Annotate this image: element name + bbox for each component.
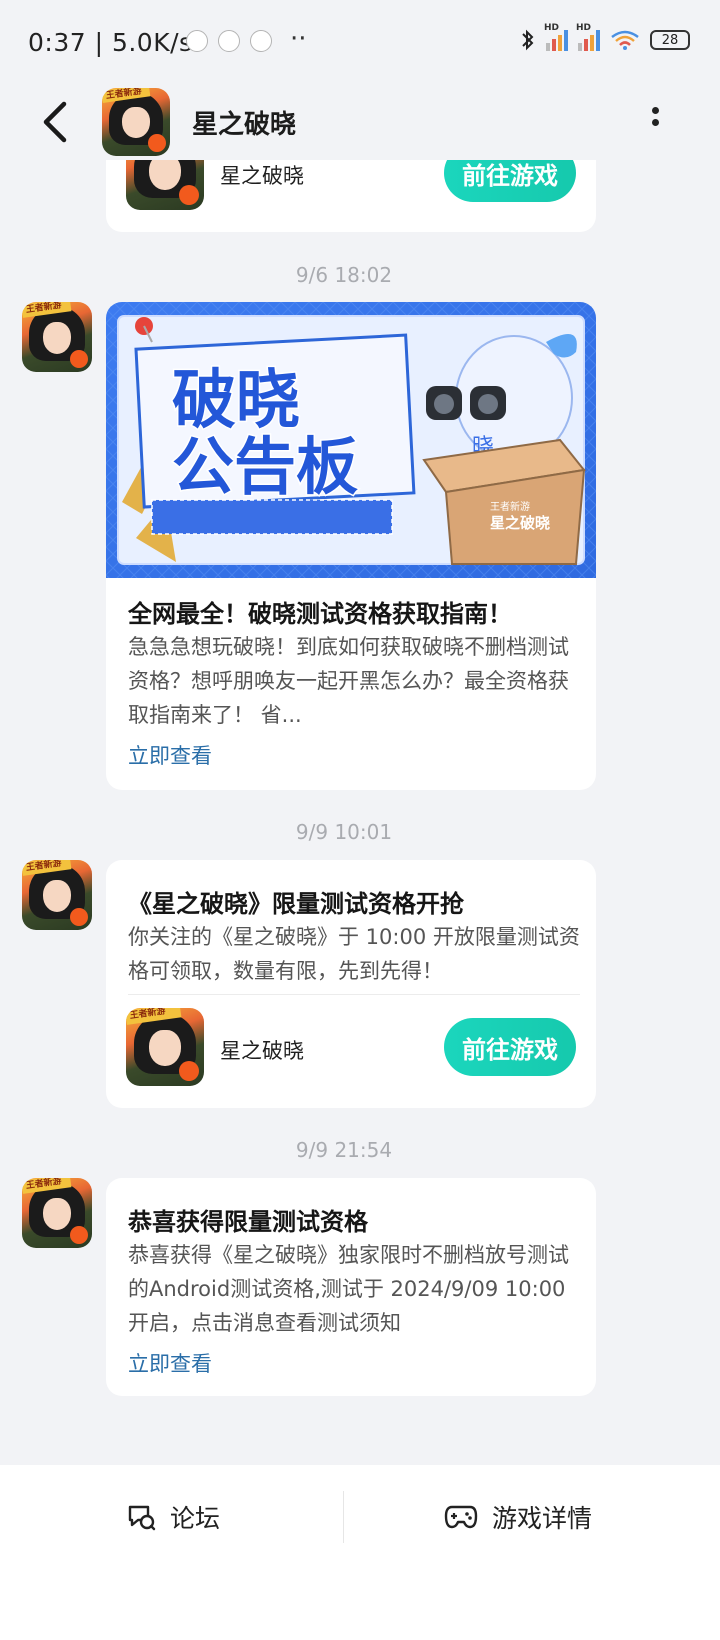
message-card[interactable]: 恭喜获得限量测试资格 恭喜获得《星之破晓》独家限时不删档放号测试的Android…	[106, 1178, 596, 1396]
signal-icon: HD	[576, 23, 600, 51]
game-detail-button[interactable]: 游戏详情	[444, 1499, 592, 1535]
sender-avatar[interactable]: 王者新游	[22, 860, 92, 930]
banner-title-line2: 公告板	[172, 430, 358, 503]
box-label-small: 王者新游	[490, 500, 530, 513]
go-to-game-button[interactable]: 前往游戏	[444, 1018, 576, 1076]
box-label-big: 星之破晓	[490, 514, 550, 532]
forum-button[interactable]: 论坛	[126, 1499, 220, 1535]
top-app-bar: 王者新游 星之破晓	[0, 88, 720, 168]
game-name: 星之破晓	[220, 1039, 304, 1063]
sender-avatar[interactable]: 王者新游	[22, 1178, 92, 1248]
notification-icon	[250, 30, 272, 52]
battery-icon: 28	[650, 30, 690, 50]
divider	[128, 994, 580, 995]
forum-icon	[128, 1505, 156, 1531]
announcement-banner-image: 破晓 公告板 晓 王者新游 星之破晓	[106, 302, 596, 578]
view-now-link[interactable]: 立即查看	[128, 740, 212, 770]
view-now-link[interactable]: 立即查看	[128, 1348, 212, 1378]
message-body: 急急急想玩破晓！到底如何获取破晓不删档测试资格？想呼朋唤友一起开黑怎么办？最全资…	[128, 635, 569, 727]
back-button[interactable]	[36, 96, 76, 148]
forum-label: 论坛	[170, 1504, 221, 1533]
more-options-button[interactable]	[650, 102, 660, 138]
message-card[interactable]: 《星之破晓》限量测试资格开抢 你关注的《星之破晓》于 10:00 开放限量测试资…	[106, 860, 596, 1108]
wifi-icon	[611, 30, 639, 50]
bottom-bar: 论坛 游戏详情	[0, 1465, 720, 1640]
gamepad-icon	[444, 1505, 478, 1529]
message-timestamp: 9/6 18:02	[295, 263, 393, 287]
more-dot	[651, 119, 659, 126]
more-dot	[651, 107, 659, 114]
message-timestamp: 9/9 21:54	[295, 1138, 393, 1162]
game-icon[interactable]	[126, 160, 204, 210]
signal-icon: HD	[544, 23, 568, 51]
more-notifications-icon: ··	[290, 24, 307, 54]
message-body: 恭喜获得《星之破晓》独家限时不删档放号测试的Android测试资格,测试于 20…	[128, 1243, 569, 1335]
message-title: 全网最全！破晓测试资格获取指南！	[128, 600, 512, 628]
game-avatar[interactable]: 王者新游	[102, 88, 170, 156]
status-bar: 0:37 | 5.0K/s ·· HD HD 28	[0, 0, 720, 88]
game-detail-label: 游戏详情	[492, 1504, 593, 1533]
message-title: 《星之破晓》限量测试资格开抢	[128, 890, 464, 918]
go-to-game-button[interactable]: 前往游戏	[444, 160, 576, 202]
message-card[interactable]: 破晓 公告板 晓 王者新游 星之破晓 全网最全！破晓测试资格获取指南！ 急急急想…	[106, 302, 596, 790]
message-card-partial: 星之破晓 前往游戏	[106, 160, 596, 232]
status-time-speed: 0:37 | 5.0K/s	[28, 28, 193, 57]
message-timestamp: 9/9 10:01	[295, 820, 393, 844]
game-name: 星之破晓	[220, 164, 304, 188]
sender-avatar[interactable]: 王者新游	[22, 302, 92, 372]
message-title: 恭喜获得限量测试资格	[128, 1208, 368, 1236]
message-body: 你关注的《星之破晓》于 10:00 开放限量测试资格可领取，数量有限，先到先得！	[128, 925, 580, 983]
bluetooth-icon	[522, 29, 534, 51]
banner-title-line1: 破晓	[172, 364, 300, 438]
game-icon[interactable]: 王者新游	[126, 1008, 204, 1086]
divider	[343, 1491, 344, 1543]
notification-icons	[186, 30, 272, 52]
chevron-left-icon	[43, 101, 67, 143]
notification-icon	[218, 30, 240, 52]
notification-icon	[186, 30, 208, 52]
page-title: 星之破晓	[192, 110, 297, 140]
